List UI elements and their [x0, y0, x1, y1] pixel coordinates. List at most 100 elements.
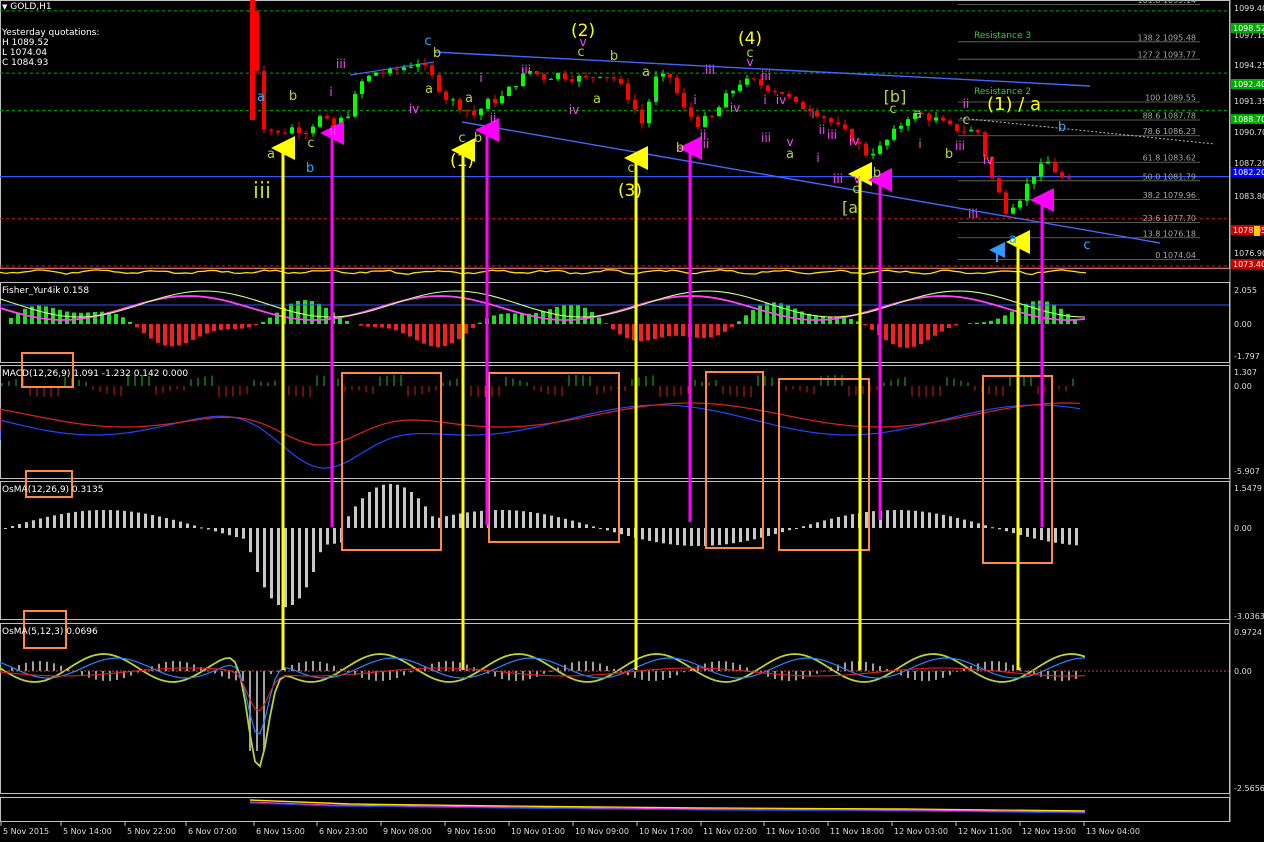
osma-bar [928, 512, 931, 528]
candle-body [997, 178, 1001, 193]
fisher-bar [114, 314, 118, 324]
candle-body [535, 71, 539, 75]
osma-bar [802, 526, 805, 528]
candle-body [395, 68, 399, 71]
time-label: 10 Nov 17:00 [639, 827, 693, 836]
osma-bar [403, 487, 406, 528]
volatility-line [0, 269, 1087, 276]
osma-bar [655, 528, 658, 543]
wave-label: a [593, 92, 601, 107]
fisher-bar [723, 324, 727, 332]
osma-bar [907, 510, 910, 528]
osma2-bar [781, 671, 783, 681]
osma-bar [1026, 528, 1029, 537]
chart-canvas[interactable]: 161.8 1099.14 138.2 1095.48 127.2 1093.77 1… [0, 0, 1264, 842]
wave-label: i [918, 137, 921, 151]
osma-bar [39, 518, 42, 528]
fib-label: 161.8 1099.14 [1137, 0, 1196, 5]
candle-body [829, 118, 833, 123]
osma-bar [11, 526, 14, 528]
osma2-bar [641, 671, 643, 680]
fisher-bar [912, 324, 916, 347]
candle-body [640, 109, 644, 124]
osma2-bar [312, 661, 314, 671]
osma2-bar [515, 671, 517, 681]
quote-low: L 1074.04 [2, 48, 48, 58]
fisher-bar [506, 313, 510, 324]
fisher-pane[interactable] [0, 290, 1229, 348]
fisher-bar [597, 317, 601, 324]
osma-bar [956, 517, 959, 528]
osma-bar [711, 528, 714, 546]
fisher-bar [149, 324, 153, 339]
osma2-bar [452, 661, 454, 671]
dropdown-icon[interactable]: ▼ [2, 3, 7, 11]
osma-bar [473, 511, 476, 528]
osma2-bar [319, 661, 321, 671]
osma-bar [424, 506, 427, 528]
osma-bar [851, 514, 854, 528]
osma2-bar [872, 663, 874, 671]
fib-label: 127.2 1093.77 [1137, 51, 1196, 60]
candle-body [815, 111, 819, 117]
osma-bar [599, 528, 602, 529]
time-label: 12 Nov 03:00 [894, 827, 948, 836]
candle-body [710, 115, 714, 117]
macd-signal [0, 402, 1081, 446]
fisher-bar [765, 303, 769, 324]
osma-bar [130, 511, 133, 528]
fisher-bar [471, 324, 475, 328]
fisher-bar [240, 324, 244, 329]
osma2-bar [585, 661, 587, 671]
time-label: 11 Nov 02:00 [703, 827, 757, 836]
fisher-bar [884, 324, 888, 341]
osma-bar [74, 511, 77, 528]
osma-bar [207, 528, 210, 530]
osma-bar [186, 523, 189, 528]
osma2-bar [179, 661, 181, 671]
fisher-bar [555, 306, 559, 324]
candle-body [465, 110, 469, 112]
candle-body [444, 91, 448, 101]
time-label: 9 Nov 16:00 [447, 827, 496, 836]
osma-bar [305, 528, 308, 588]
price-tick: 1091.35 [1234, 97, 1264, 106]
osma-5-12-3-pane[interactable] [0, 653, 1229, 768]
price-pane[interactable]: 161.8 1099.14 138.2 1095.48 127.2 1093.77 1… [0, 0, 1229, 276]
candle-body [948, 120, 952, 125]
osma-bar [809, 524, 812, 528]
osma-bar [508, 510, 511, 528]
wave-label: iii [761, 131, 771, 145]
candle-body [773, 91, 777, 93]
osma2-bar [403, 671, 405, 676]
osma-bar [137, 512, 140, 528]
candle-body [605, 76, 609, 78]
wave-label: v [853, 172, 860, 186]
fisher-bar [135, 324, 139, 328]
osma-bar [298, 528, 301, 599]
osma-bar [501, 510, 504, 528]
fisher-bar [933, 324, 937, 336]
osma-bar [522, 511, 525, 528]
macd-pane[interactable] [0, 375, 1081, 469]
candle-body [381, 72, 385, 74]
fisher-bar [121, 317, 125, 324]
candle-body [423, 64, 427, 66]
osma2-bar [46, 661, 48, 671]
candle-body [346, 116, 350, 118]
candle-body [570, 79, 574, 82]
price-tick: 1087.20 [1234, 159, 1264, 168]
osma2-bar [445, 661, 447, 671]
osma-bar [46, 516, 49, 528]
candle-body [668, 73, 672, 78]
osma2-bar [438, 661, 440, 671]
wave-label: i [479, 71, 482, 85]
candle-body [661, 73, 665, 77]
osma-12-26-9-pane[interactable] [4, 483, 1078, 608]
candle-body [906, 119, 910, 126]
osma-bar [788, 528, 791, 531]
fisher-bar [394, 324, 398, 331]
osma2-bar [669, 671, 671, 678]
candle-body [941, 117, 945, 121]
fisher-bar [429, 324, 433, 347]
